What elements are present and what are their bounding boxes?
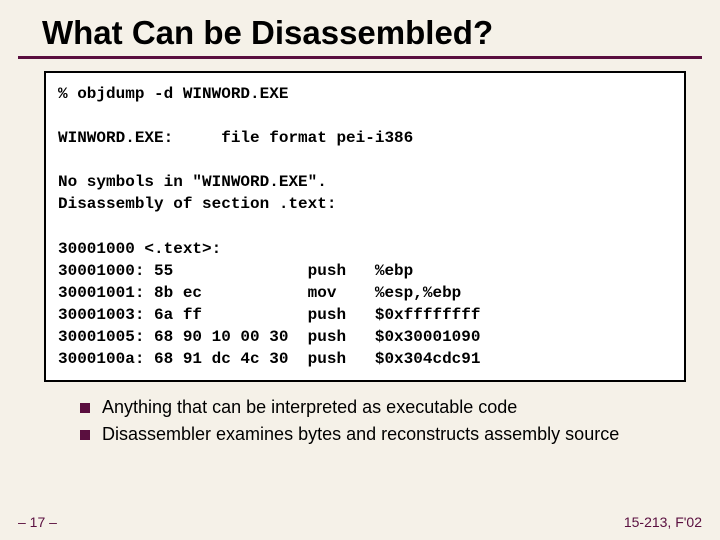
slide-title: What Can be Disassembled? xyxy=(0,0,720,56)
bullet-item: Anything that can be interpreted as exec… xyxy=(80,396,690,419)
code-line: WINWORD.EXE: file format pei-i386 xyxy=(58,129,413,147)
code-line: 30001005: 68 90 10 00 30 push $0x3000109… xyxy=(58,328,480,346)
square-bullet-icon xyxy=(80,403,90,413)
slide: What Can be Disassembled? % objdump -d W… xyxy=(0,0,720,540)
code-line: Disassembly of section .text: xyxy=(58,195,336,213)
bullet-text: Disassembler examines bytes and reconstr… xyxy=(102,423,619,446)
code-line: No symbols in "WINWORD.EXE". xyxy=(58,173,327,191)
code-line: % objdump -d WINWORD.EXE xyxy=(58,85,288,103)
square-bullet-icon xyxy=(80,430,90,440)
page-number: – 17 – xyxy=(18,514,57,530)
code-line: 30001000: 55 push %ebp xyxy=(58,262,413,280)
bullet-item: Disassembler examines bytes and reconstr… xyxy=(80,423,690,446)
code-line: 3000100a: 68 91 dc 4c 30 push $0x304cdc9… xyxy=(58,350,480,368)
code-line: 30001001: 8b ec mov %esp,%ebp xyxy=(58,284,461,302)
bullet-text: Anything that can be interpreted as exec… xyxy=(102,396,517,419)
code-line: 30001003: 6a ff push $0xffffffff xyxy=(58,306,480,324)
code-box: % objdump -d WINWORD.EXE WINWORD.EXE: fi… xyxy=(44,71,686,382)
bullet-list: Anything that can be interpreted as exec… xyxy=(80,396,690,447)
code-line: 30001000 <.text>: xyxy=(58,240,221,258)
footer-course: 15-213, F'02 xyxy=(624,514,702,530)
title-underline xyxy=(18,56,702,59)
